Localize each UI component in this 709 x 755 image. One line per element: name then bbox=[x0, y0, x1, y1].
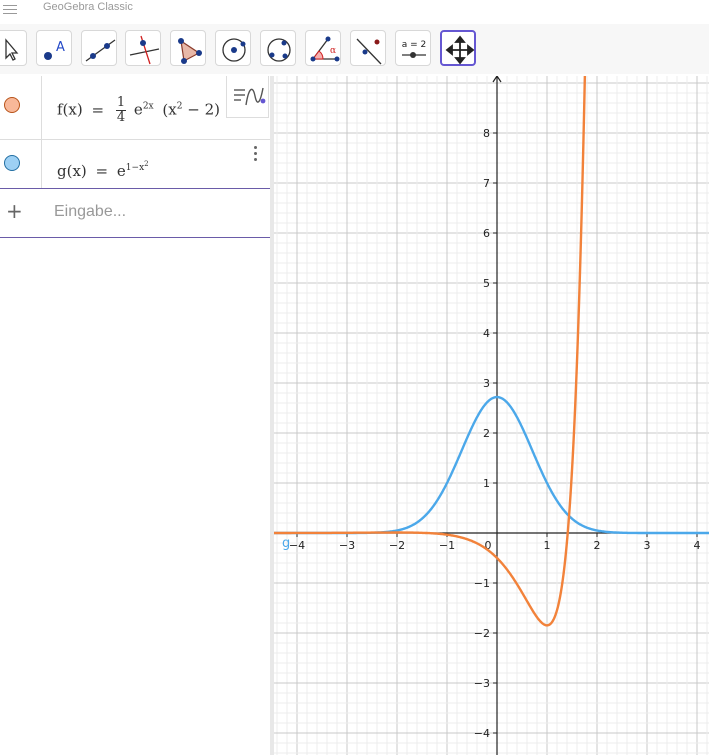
circle-center-point-tool[interactable] bbox=[215, 30, 251, 66]
slider-tool[interactable]: a = 2 bbox=[395, 30, 431, 66]
move-arrows-icon bbox=[445, 35, 475, 65]
title-bar: GeoGebra Classic bbox=[0, 0, 709, 20]
formula-g[interactable]: g(x) = e1−x2 bbox=[57, 160, 149, 180]
y-tick-label: 5 bbox=[483, 277, 490, 290]
input-field[interactable]: Eingabe... bbox=[54, 203, 126, 221]
algebra-view: f(x) = 14 e2x (x2 − 2) g(x) = e1−x2 + Ei… bbox=[0, 76, 270, 755]
y-tick-label: 7 bbox=[483, 177, 490, 190]
y-tick-label: −3 bbox=[474, 677, 490, 690]
algebra-marker-column bbox=[0, 140, 42, 188]
angle-icon: α bbox=[310, 36, 340, 62]
x-tick-label: 3 bbox=[644, 539, 651, 552]
curve-label-g[interactable]: g bbox=[282, 536, 290, 551]
plus-icon[interactable]: + bbox=[6, 201, 23, 221]
x-tick-label: −3 bbox=[339, 539, 355, 552]
point-tool[interactable]: A bbox=[36, 30, 72, 66]
algebra-row-g[interactable]: g(x) = e1−x2 bbox=[0, 140, 270, 189]
input-marker-column bbox=[0, 189, 270, 237]
polygon-icon bbox=[178, 38, 202, 64]
visibility-toggle-f[interactable] bbox=[4, 97, 20, 113]
y-tick-label: 1 bbox=[483, 477, 490, 490]
graphics-view[interactable]: −4 −3 −2 −1 0 1 2 3 487654321−1−2−3−4 g bbox=[274, 76, 709, 755]
f-var: x bbox=[168, 100, 177, 119]
y-tick-label: 8 bbox=[483, 127, 490, 140]
algebra-marker-column bbox=[0, 76, 42, 139]
formula-f[interactable]: f(x) = 14 e2x (x2 − 2) bbox=[57, 96, 220, 125]
perpendicular-icon bbox=[129, 35, 160, 65]
g-exponent-power: 2 bbox=[144, 160, 149, 168]
f-equals: = bbox=[91, 100, 105, 119]
circle-center-icon bbox=[222, 38, 246, 62]
g-exponent: 1−x bbox=[125, 163, 145, 173]
visibility-toggle-g[interactable] bbox=[4, 155, 20, 171]
slider-tool-label: a = 2 bbox=[402, 40, 427, 50]
g-base: e bbox=[116, 162, 126, 180]
circle-three-points-icon bbox=[267, 38, 291, 62]
reflect-tool[interactable] bbox=[350, 30, 386, 66]
y-tick-label: −1 bbox=[474, 577, 490, 590]
line-icon bbox=[85, 39, 116, 62]
y-tick-label: 4 bbox=[483, 327, 490, 340]
sort-graph-icon bbox=[234, 87, 266, 106]
g-equals: = bbox=[95, 162, 109, 180]
f-exponent: 2x bbox=[142, 101, 154, 112]
reflect-icon bbox=[356, 38, 382, 65]
x-tick-label: −2 bbox=[389, 539, 405, 552]
slider-icon: a = 2 bbox=[402, 40, 427, 58]
angle-tool-label: α bbox=[330, 46, 336, 56]
f-numerator: 1 bbox=[115, 95, 127, 111]
move-graphics-view-tool[interactable] bbox=[440, 30, 476, 66]
x-tick-label: 2 bbox=[594, 539, 601, 552]
perpendicular-line-tool[interactable] bbox=[125, 30, 161, 66]
toolbar: A α a = 2 bbox=[0, 24, 709, 74]
x-tick-label: −4 bbox=[289, 539, 305, 552]
x-tick-label: 1 bbox=[544, 539, 551, 552]
app-title: GeoGebra Classic bbox=[43, 1, 133, 13]
menu-icon[interactable] bbox=[3, 2, 17, 14]
f-base: e bbox=[133, 100, 143, 119]
grid bbox=[274, 76, 709, 755]
point-tool-label: A bbox=[56, 40, 65, 55]
x-tick-label: 4 bbox=[694, 539, 701, 552]
f-denominator: 4 bbox=[116, 110, 126, 125]
y-tick-label: 2 bbox=[483, 427, 490, 440]
more-options-icon[interactable] bbox=[253, 146, 259, 164]
cursor-arrow-icon bbox=[5, 38, 19, 61]
y-tick-label: −4 bbox=[474, 727, 490, 740]
algebra-style-button[interactable] bbox=[226, 76, 269, 118]
f-close-paren: ) bbox=[214, 100, 220, 119]
move-tool[interactable] bbox=[0, 30, 27, 66]
g-lhs: g(x) bbox=[57, 162, 87, 180]
polygon-tool[interactable] bbox=[170, 30, 206, 66]
y-tick-label: −2 bbox=[474, 627, 490, 640]
f-fraction: 14 bbox=[115, 95, 127, 125]
x-tick-label: −1 bbox=[439, 539, 455, 552]
y-tick-label: 6 bbox=[483, 227, 490, 240]
circle-three-points-tool[interactable] bbox=[260, 30, 296, 66]
f-lhs: f(x) bbox=[57, 100, 83, 119]
f-rest: − 2 bbox=[182, 100, 215, 119]
y-tick-label: 3 bbox=[483, 377, 490, 390]
line-tool[interactable] bbox=[81, 30, 117, 66]
angle-tool[interactable]: α bbox=[305, 30, 341, 66]
point-icon: A bbox=[44, 40, 65, 60]
input-bar[interactable]: + Eingabe... bbox=[0, 189, 270, 238]
